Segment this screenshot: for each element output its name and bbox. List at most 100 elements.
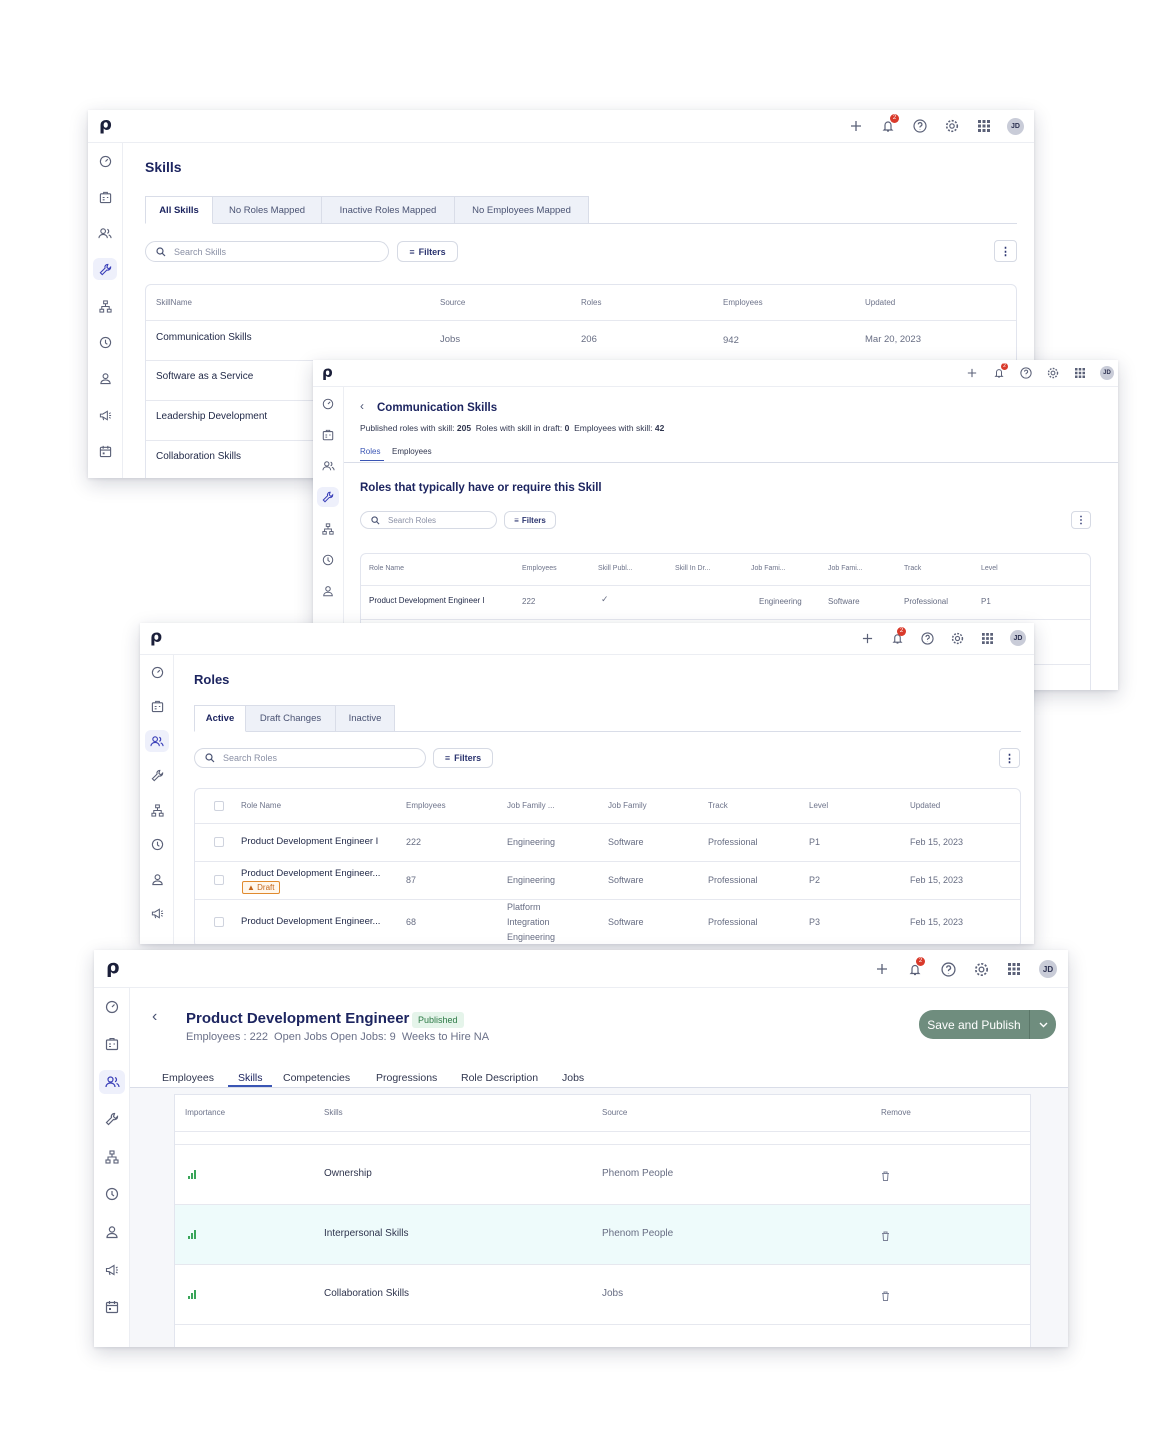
search-input[interactable]: Search Roles [194, 748, 426, 768]
apps-grid-icon[interactable] [980, 630, 994, 646]
bell-icon[interactable]: 2 [890, 627, 906, 646]
more-options-button[interactable]: ⋮ [994, 240, 1017, 262]
filters-button[interactable]: ≡ Filters [504, 511, 556, 529]
skill-name[interactable]: Communication Skills [156, 332, 252, 343]
calendar-icon[interactable] [99, 1295, 125, 1319]
column-header[interactable]: Source [440, 298, 465, 307]
tab-role-description[interactable]: Role Description [461, 1072, 538, 1084]
person-icon[interactable] [93, 367, 117, 389]
tab-inactive[interactable]: Inactive [336, 705, 395, 732]
speedometer-icon[interactable] [99, 995, 125, 1019]
users-icon[interactable] [99, 1070, 125, 1094]
person-icon[interactable] [145, 868, 169, 890]
back-button[interactable]: ‹ [360, 399, 364, 413]
column-header[interactable]: Level [981, 565, 998, 572]
tab-jobs[interactable]: Jobs [562, 1072, 584, 1084]
skill-name[interactable]: Software as a Service [156, 371, 253, 382]
column-header[interactable]: Roles [581, 298, 601, 307]
column-header[interactable]: Updated [910, 801, 940, 810]
bell-icon[interactable]: 2 [907, 957, 925, 978]
badge-icon[interactable] [317, 425, 339, 445]
person-icon[interactable] [99, 1220, 125, 1244]
apps-grid-icon[interactable] [1006, 960, 1022, 978]
badge-icon[interactable] [99, 1032, 125, 1056]
speedometer-icon[interactable] [317, 394, 339, 414]
clock-icon[interactable] [99, 1182, 125, 1206]
column-header[interactable]: Role Name [369, 565, 404, 572]
wrench-icon[interactable] [93, 258, 117, 280]
column-header[interactable]: Role Name [241, 801, 281, 810]
filters-button[interactable]: ≡ Filters [433, 748, 493, 768]
plus-icon[interactable] [874, 960, 890, 978]
tab-no-employees-mapped[interactable]: No Employees Mapped [455, 196, 589, 224]
column-header[interactable]: Job Family ... [507, 801, 555, 810]
column-header[interactable]: Job Fami... [751, 565, 786, 572]
apps-grid-icon[interactable] [1073, 366, 1087, 380]
tab-employees[interactable]: Employees [392, 447, 432, 456]
filters-button[interactable]: ≡ Filters [397, 241, 458, 262]
gear-icon[interactable] [943, 117, 961, 135]
column-header[interactable]: SkillName [156, 298, 192, 307]
more-options-button[interactable]: ⋮ [1071, 511, 1091, 529]
org-chart-icon[interactable] [145, 799, 169, 821]
tab-employees[interactable]: Employees [162, 1072, 214, 1084]
trash-icon[interactable] [881, 1288, 890, 1306]
row-checkbox[interactable] [214, 917, 224, 927]
column-header[interactable]: Importance [185, 1108, 225, 1117]
tab-competencies[interactable]: Competencies [283, 1072, 350, 1084]
role-name[interactable]: Product Development Engineer... [241, 916, 380, 927]
column-header[interactable]: Job Fami... [828, 565, 863, 572]
org-chart-icon[interactable] [99, 1145, 125, 1169]
megaphone-icon[interactable] [145, 902, 169, 924]
help-icon[interactable] [1019, 366, 1033, 380]
megaphone-icon[interactable] [99, 1258, 125, 1282]
column-header[interactable]: Track [904, 565, 921, 572]
help-icon[interactable] [911, 117, 929, 135]
wrench-icon[interactable] [145, 764, 169, 786]
skill-name[interactable]: Collaboration Skills [156, 451, 241, 462]
badge-icon[interactable] [145, 695, 169, 717]
row-checkbox[interactable] [214, 875, 224, 885]
search-input[interactable]: Search Skills [145, 241, 389, 262]
column-header[interactable]: Remove [881, 1108, 911, 1117]
plus-icon[interactable] [965, 366, 979, 380]
tab-roles[interactable]: Roles [360, 447, 380, 456]
more-options-button[interactable]: ⋮ [999, 748, 1020, 768]
column-header[interactable]: Level [809, 801, 828, 810]
row-checkbox[interactable] [214, 837, 224, 847]
role-name[interactable]: Product Development Engineer... [241, 868, 380, 879]
badge-icon[interactable] [93, 186, 117, 208]
apps-grid-icon[interactable] [975, 117, 993, 135]
column-header[interactable]: Employees [522, 565, 557, 572]
gear-icon[interactable] [1046, 366, 1060, 380]
back-button[interactable]: ‹ [152, 1008, 157, 1026]
users-icon[interactable] [317, 456, 339, 476]
plus-icon[interactable] [847, 117, 865, 135]
column-header[interactable]: Employees [723, 298, 763, 307]
tab-inactive-roles-mapped[interactable]: Inactive Roles Mapped [322, 196, 455, 224]
save-and-publish-button[interactable]: Save and Publish [919, 1010, 1029, 1039]
column-header[interactable]: Updated [865, 298, 895, 307]
save-options-dropdown[interactable] [1029, 1010, 1056, 1039]
org-chart-icon[interactable] [93, 295, 117, 317]
wrench-icon[interactable] [317, 487, 339, 507]
column-header[interactable]: Source [602, 1108, 627, 1117]
clock-icon[interactable] [317, 550, 339, 570]
skill-name[interactable]: Leadership Development [156, 411, 267, 422]
role-name[interactable]: Product Development Engineer I [369, 596, 485, 605]
avatar[interactable]: JD [1010, 630, 1026, 646]
gear-icon[interactable] [950, 630, 964, 646]
trash-icon[interactable] [881, 1168, 890, 1186]
column-header[interactable]: Track [708, 801, 728, 810]
help-icon[interactable] [940, 960, 956, 978]
trash-icon[interactable] [881, 1228, 890, 1246]
tab-no-roles-mapped[interactable]: No Roles Mapped [213, 196, 322, 224]
users-icon[interactable] [145, 730, 169, 752]
column-header[interactable]: Employees [406, 801, 446, 810]
tab-active[interactable]: Active [194, 705, 246, 732]
avatar[interactable]: JD [1039, 960, 1057, 978]
column-header[interactable]: Skill Publ... [598, 565, 633, 572]
tab-progressions[interactable]: Progressions [376, 1072, 437, 1084]
bell-icon[interactable]: 2 [992, 363, 1008, 380]
help-icon[interactable] [920, 630, 934, 646]
